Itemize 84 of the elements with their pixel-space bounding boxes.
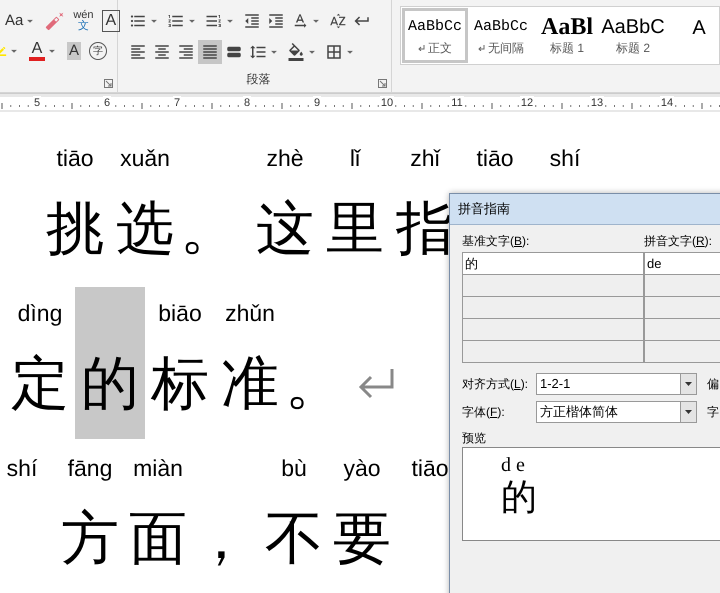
dialog-title: 拼音指南 xyxy=(458,200,510,218)
field-label: 字体(F): xyxy=(462,404,506,421)
pinyin-text: fāng xyxy=(68,454,112,482)
pinyin-text-field[interactable] xyxy=(645,341,720,362)
punctuation-mark: 。 xyxy=(285,351,343,415)
chinese-character: 方 xyxy=(61,506,119,570)
base-text-field[interactable]: 的 xyxy=(463,253,643,274)
pinyin-text: tiāo xyxy=(476,144,514,172)
paragraph-mark-icon xyxy=(418,44,425,50)
chinese-character: 里 xyxy=(326,196,384,260)
pinyin-text-field[interactable]: de xyxy=(645,253,720,274)
style-option[interactable]: AaBl 标题 1 xyxy=(534,8,600,63)
change-case-button[interactable]: Aa xyxy=(2,9,40,33)
pinyin-text: yào xyxy=(343,454,381,482)
base-text-field[interactable] xyxy=(463,341,643,362)
align-right-icon xyxy=(177,43,195,61)
punctuation-mark: ， xyxy=(192,506,250,570)
chinese-character: 挑 xyxy=(46,196,104,260)
dropdown-field[interactable]: 1-2-1 xyxy=(536,373,697,395)
preview-label: 预览 xyxy=(462,430,487,447)
chinese-character: 指 xyxy=(396,196,454,260)
increase-indent-icon xyxy=(267,12,285,30)
chinese-character: 要 xyxy=(333,506,391,570)
base-text-field[interactable] xyxy=(463,297,643,318)
numbered-list-icon xyxy=(167,12,185,30)
paint-bucket-icon xyxy=(287,43,305,61)
pinyin-text: bù xyxy=(281,454,307,482)
phonetic-guide-button[interactable]: wén 文 xyxy=(70,9,97,33)
pinyin-text-label: 拼音文字(R): xyxy=(644,233,712,250)
chinese-character: 的 xyxy=(81,351,139,415)
chinese-character: 这 xyxy=(256,196,314,260)
pinyin-text: zhǔn xyxy=(225,299,275,327)
chinese-character: 不 xyxy=(265,506,323,570)
chinese-character: 选 xyxy=(116,196,174,260)
pinyin-text: biāo xyxy=(158,299,202,327)
field-label: 对齐方式(L): xyxy=(462,376,530,393)
pinyin-text: shí xyxy=(6,454,38,482)
dropdown-arrow-icon xyxy=(685,410,692,414)
pinyin-text: miàn xyxy=(133,454,183,482)
pinyin-text-field[interactable] xyxy=(645,319,720,340)
align-left-icon xyxy=(129,43,147,61)
pinyin-text-field[interactable] xyxy=(645,297,720,318)
borders-icon xyxy=(325,43,343,61)
field-label: 偏 xyxy=(707,376,719,393)
style-option[interactable]: AaBbC 标题 2 xyxy=(600,8,666,63)
base-text-field[interactable] xyxy=(463,319,643,340)
style-option[interactable]: AaBbCc 正文 xyxy=(402,8,468,63)
pinyin-text: tiāo xyxy=(411,454,449,482)
paragraph-mark-icon xyxy=(478,44,485,50)
pinyin-text: tiāo xyxy=(56,144,94,172)
base-text-field[interactable] xyxy=(463,275,643,296)
dialog-launcher-icon[interactable] xyxy=(104,79,113,88)
sort-icon xyxy=(329,12,347,30)
font-color-button[interactable]: A xyxy=(26,39,62,63)
style-option[interactable]: A xyxy=(666,8,719,63)
pinyin-text: zhè xyxy=(266,144,304,172)
pinyin-text: lǐ xyxy=(350,144,360,172)
group-label: 段落 xyxy=(246,71,270,88)
chinese-character: 定 xyxy=(11,351,69,415)
justify-button[interactable] xyxy=(198,40,222,64)
eraser-icon xyxy=(45,11,66,31)
field-label: 字 xyxy=(707,404,719,421)
chinese-character: 面 xyxy=(129,506,187,570)
dialog-launcher-icon[interactable] xyxy=(378,79,387,88)
style-option[interactable]: AaBbCc 无间隔 xyxy=(468,8,534,63)
pinyin-text: shí xyxy=(550,144,580,172)
pinyin-text: zhǐ xyxy=(410,144,440,172)
justify-icon xyxy=(201,43,219,61)
pinyin-text: xuǎn xyxy=(120,144,170,172)
chinese-character: 准 xyxy=(221,351,279,415)
punctuation-mark: 。 xyxy=(180,196,238,260)
decrease-indent-icon xyxy=(243,12,261,30)
pinyin-text-field[interactable] xyxy=(645,275,720,296)
dropdown-field[interactable]: 方正楷体简体 xyxy=(536,401,697,423)
paragraph-mark-icon xyxy=(357,367,395,399)
chinese-character: 标 xyxy=(151,351,209,415)
align-center-icon xyxy=(153,43,171,61)
dropdown-arrow-icon xyxy=(685,382,692,386)
preview-pinyin: d e xyxy=(501,454,525,476)
pinyin-text: dìng xyxy=(18,299,62,327)
preview-character: 的 xyxy=(501,476,537,520)
multilevel-list-icon xyxy=(205,12,223,30)
line-spacing-icon xyxy=(249,43,267,61)
base-text-label: 基准文字(B): xyxy=(462,233,530,250)
